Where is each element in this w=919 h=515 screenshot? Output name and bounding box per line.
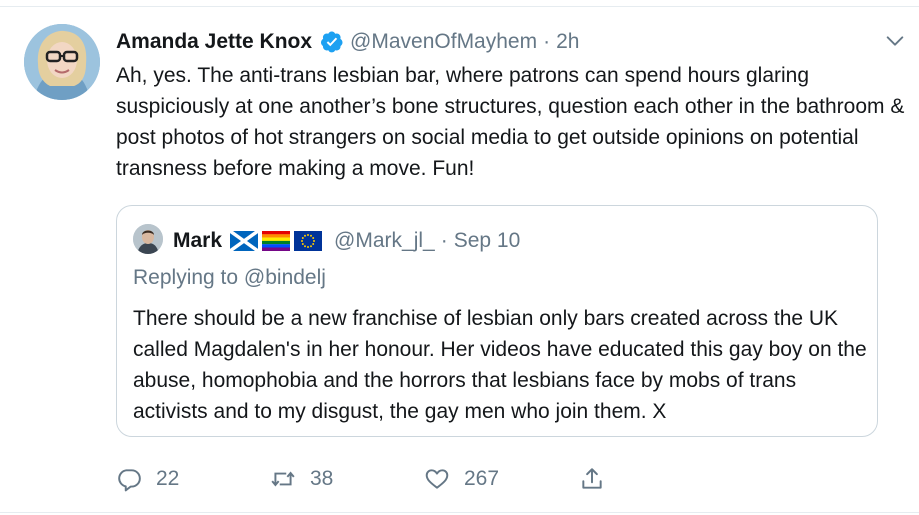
quoted-timestamp[interactable]: Sep 10 [454,229,521,253]
verified-badge-icon [321,31,343,53]
retweet-count: 38 [310,467,334,490]
author-handle[interactable]: @MavenOfMayhem [350,30,537,54]
quoted-header: Mark @Mark_jl_ · Sep 10 [173,226,520,256]
reply-icon [118,469,141,492]
quoted-author-avatar[interactable] [133,224,163,254]
replying-to-mention[interactable]: @bindelj [244,266,326,289]
scotland-flag [230,231,259,251]
author-avatar[interactable] [24,24,100,100]
tweet-header: Amanda Jette Knox @MavenOfMayhem · 2h [116,26,579,58]
quoted-author-name[interactable]: Mark [173,229,222,253]
replying-to: Replying to @bindelj [133,266,326,290]
share-button[interactable] [579,461,605,497]
tweet-timestamp[interactable]: 2h [556,30,579,54]
retweet-icon [271,471,295,487]
bottom-divider [0,512,919,513]
reply-count: 22 [156,467,180,490]
quoted-tweet[interactable]: Mark @Mark_jl_ · Sep 10 Replying to @bin… [116,205,878,437]
top-divider [0,0,919,7]
like-button[interactable]: 267 [424,461,499,497]
like-count: 267 [464,467,500,490]
replying-prefix: Replying to [133,266,244,289]
quoted-tweet-text: There should be a new franchise of lesbi… [133,307,867,423]
tweet-text: Ah, yes. The anti-trans lesbian bar, whe… [116,64,905,180]
header-separator: · [543,30,551,53]
eu-flag [294,231,323,251]
tweet-actions: 22 38 267 [116,461,616,497]
chevron-down-icon[interactable] [884,30,906,52]
quoted-header-separator: · [440,229,448,252]
like-icon [425,469,449,489]
retweet-button[interactable]: 38 [270,461,333,497]
quoted-author-handle[interactable]: @Mark_jl_ [334,229,435,253]
reply-button[interactable]: 22 [116,461,179,497]
author-name[interactable]: Amanda Jette Knox [116,30,312,54]
share-icon [582,468,602,489]
rainbow-flag [262,231,291,251]
